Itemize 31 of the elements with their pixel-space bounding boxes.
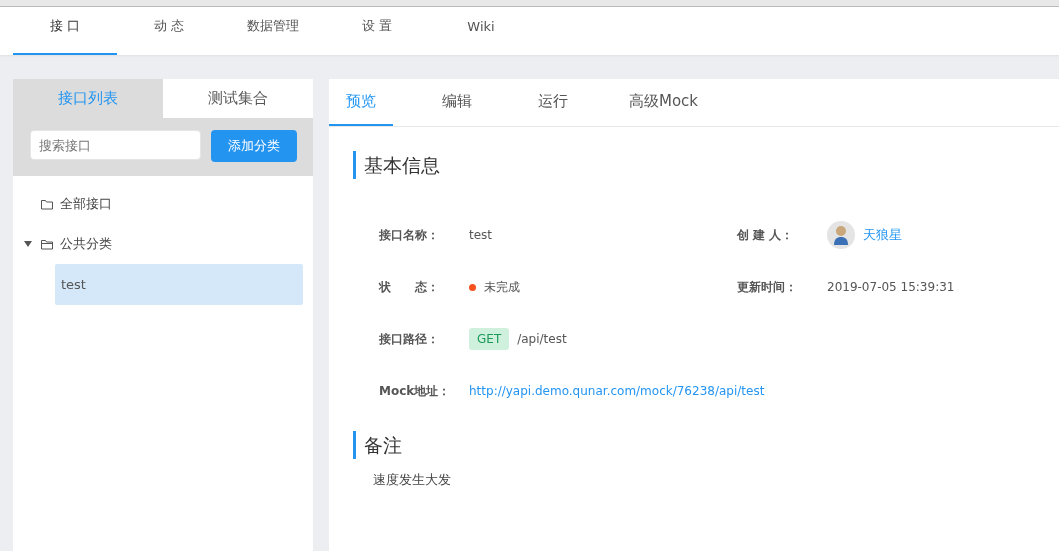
tree-item[interactable]: test <box>55 264 303 305</box>
field-label: 创 建 人： <box>737 226 795 244</box>
content-tab[interactable]: 编辑 <box>425 79 489 126</box>
field-label: 接口名称： <box>379 226 440 244</box>
tree-item-label: 全部接口 <box>60 195 112 213</box>
field-label: 接口路径： <box>379 330 440 348</box>
remark-text: 速度发生大发 <box>373 471 452 489</box>
nav-tab[interactable]: 数据管理 <box>221 7 325 55</box>
field-value: 2019-07-05 15:39:31 <box>827 280 956 294</box>
field-value: test <box>469 228 494 242</box>
field-label: Mock地址： <box>379 382 452 400</box>
tree-item[interactable]: 公共分类 <box>13 224 313 264</box>
search-field[interactable]: 搜索接口 <box>30 130 201 160</box>
nav-tab[interactable]: 接 口 <box>13 7 117 55</box>
content-tab[interactable]: 运行 <box>521 79 585 126</box>
nav-tab[interactable]: Wiki <box>429 7 533 55</box>
content-tab[interactable]: 高级Mock <box>617 79 711 126</box>
section-title: 备注 <box>353 431 1035 459</box>
status-text: 未完成 <box>484 278 520 296</box>
status-dot <box>469 283 476 291</box>
avatar-icon <box>827 221 855 249</box>
caret-icon[interactable] <box>24 241 32 247</box>
api-path: /api/test <box>517 332 567 346</box>
tree-item-label: 公共分类 <box>60 235 112 253</box>
nav-tab[interactable]: 动 态 <box>117 7 221 55</box>
method-tag: GET <box>469 328 510 350</box>
tree-item[interactable]: 全部接口 <box>13 184 313 224</box>
section-title: 基本信息 <box>353 151 1035 179</box>
nav-tab[interactable]: 设 置 <box>325 7 429 55</box>
field-label: 状 态： <box>379 278 440 296</box>
field-label: 更新时间： <box>737 278 798 296</box>
